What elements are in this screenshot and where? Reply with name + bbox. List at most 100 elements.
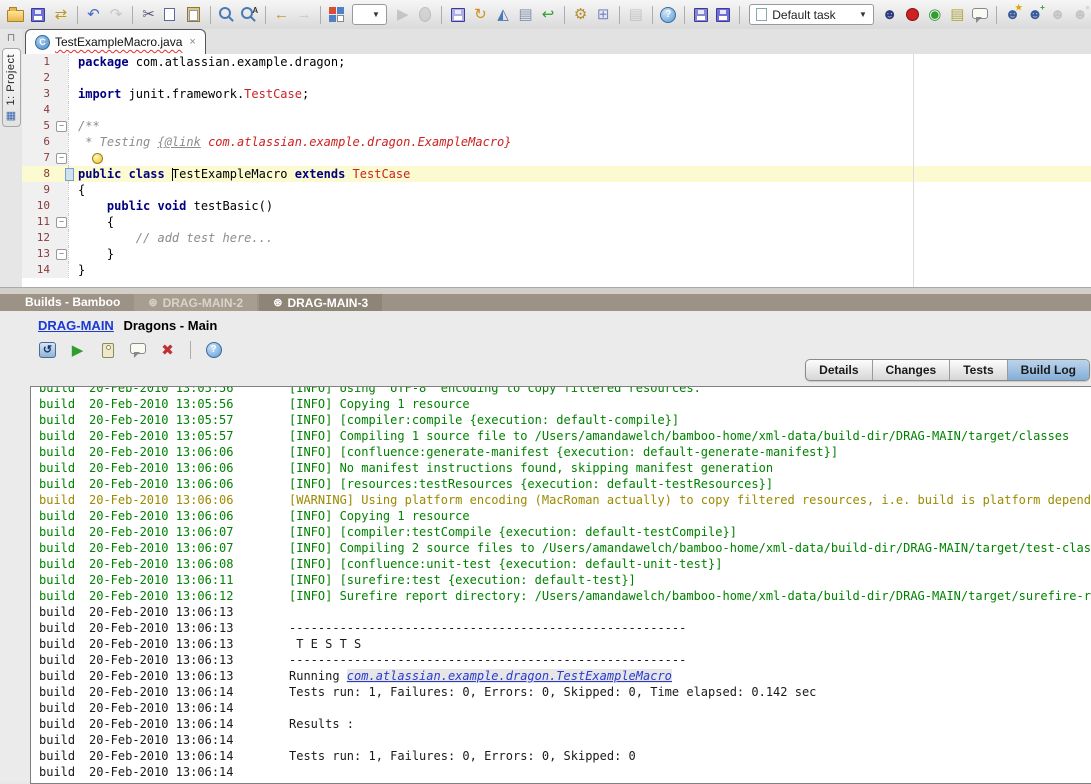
update-project-icon[interactable]: ↩ — [537, 4, 559, 26]
fold-gutter — [55, 70, 68, 86]
play-changes-icon[interactable]: ◉ — [924, 4, 946, 26]
bamboo-tab-drag-main-2[interactable]: ⊛ DRAG-MAIN-2 — [134, 294, 257, 311]
settings-wrench-icon[interactable]: ⚙ — [570, 4, 592, 26]
line-number: 2 — [22, 70, 55, 86]
open-in-browser-icon[interactable]: ↺ — [36, 339, 59, 361]
open-icon[interactable] — [5, 4, 27, 26]
log-message: [INFO] [compiler:compile {execution: def… — [289, 412, 679, 428]
task-person-icon[interactable]: ☻ — [879, 4, 901, 26]
log-line: build20-Feb-2010 13:06:14 — [31, 764, 1091, 780]
undo-icon[interactable]: ↶ — [83, 4, 105, 26]
build-log[interactable]: build20-Feb-2010 13:05:56[INFO] Using 'U… — [30, 386, 1091, 784]
code-token: TestExampleMacro — [172, 167, 295, 181]
cut-icon[interactable]: ✂ — [138, 4, 160, 26]
log-line: build20-Feb-2010 13:05:57[INFO] [compile… — [31, 412, 1091, 428]
changes-grid-icon[interactable] — [326, 4, 348, 26]
paste-icon[interactable] — [183, 4, 205, 26]
editor-tab-testexamplemacro[interactable]: C TestExampleMacro.java × — [25, 29, 206, 54]
code-token: ; — [302, 87, 309, 101]
record-changes-icon — [906, 8, 919, 21]
log-line: build20-Feb-2010 13:06:13---------------… — [31, 652, 1091, 668]
chevron-down-icon: ▼ — [859, 10, 867, 19]
code-token: extends — [295, 167, 353, 181]
view-tab-details[interactable]: Details — [806, 360, 871, 380]
bamboo-tab-drag-main-3[interactable]: ⊛ DRAG-MAIN-3 — [259, 294, 382, 311]
log-source: build — [31, 668, 89, 684]
fold-marker-icon[interactable]: − — [55, 150, 68, 166]
replace-icon[interactable] — [238, 4, 260, 26]
task-list-icon[interactable]: ▤ — [947, 4, 969, 26]
bamboo-plan-icon: ⊛ — [273, 296, 282, 309]
log-line: build20-Feb-2010 13:06:13---------------… — [31, 620, 1091, 636]
project-toolwindow-label: 1: Project — [5, 54, 17, 105]
record-changes-icon[interactable] — [901, 4, 923, 26]
export-history-icon[interactable] — [713, 4, 735, 26]
fold-gutter — [55, 230, 68, 246]
find-icon[interactable] — [216, 4, 238, 26]
code-token: import — [78, 87, 129, 101]
remove-build-icon[interactable]: ✖ — [156, 339, 179, 361]
editor-code: 1package com.atlassian.example.dragon;23… — [22, 54, 1091, 278]
intention-bulb-icon[interactable] — [92, 153, 103, 164]
module-view-icon[interactable]: ▤ — [515, 4, 537, 26]
project-structure-icon[interactable]: ⊞ — [592, 4, 614, 26]
code-text: { — [68, 214, 1091, 230]
log-message: Results : — [289, 716, 354, 732]
help-icon[interactable]: ? — [202, 339, 225, 361]
log-line: build20-Feb-2010 13:06:13Running com.atl… — [31, 668, 1091, 684]
code-line-5: 5−/** — [22, 118, 1091, 134]
view-tab-changes[interactable]: Changes — [872, 360, 950, 380]
fold-marker-icon[interactable]: − — [55, 214, 68, 230]
code-token: } — [78, 263, 85, 277]
code-text: // add test here... — [68, 230, 1091, 246]
fold-marker-icon[interactable]: − — [55, 246, 68, 262]
synchronize-icon[interactable]: ⇄ — [50, 4, 72, 26]
fold-marker-icon[interactable]: − — [55, 118, 68, 134]
code-text — [68, 70, 1091, 86]
label-build-icon[interactable] — [96, 339, 119, 361]
save-all-icon[interactable] — [447, 4, 469, 26]
log-source: build — [31, 444, 89, 460]
export-settings-icon[interactable] — [690, 4, 712, 26]
help-icon[interactable]: ? — [658, 4, 680, 26]
fold-gutter — [55, 86, 68, 102]
line-number: 8 — [22, 166, 55, 182]
code-token: public void — [107, 199, 194, 213]
comment-build-icon[interactable] — [126, 339, 149, 361]
close-icon[interactable]: × — [189, 36, 195, 48]
diff-icon[interactable]: ◭ — [492, 4, 514, 26]
toolwindow-bar-toggle-icon[interactable]: ⊓ — [7, 31, 16, 44]
log-source: build — [31, 700, 89, 716]
refresh-status-icon[interactable]: ↻ — [470, 4, 492, 26]
task-selector[interactable]: Default task▼ — [749, 4, 874, 25]
project-toolwindow-button[interactable]: 1: Project ▦ — [2, 48, 21, 127]
code-line-14: 14} — [22, 262, 1091, 278]
run-build-icon[interactable]: ▶ — [66, 339, 89, 361]
line-number: 13 — [22, 246, 55, 262]
code-line-3: 3import junit.framework.TestCase; — [22, 86, 1091, 102]
run-configuration-dropdown[interactable]: ▼ — [352, 4, 387, 25]
code-editor[interactable]: 1package com.atlassian.example.dragon;23… — [22, 54, 1091, 287]
log-source: build — [31, 524, 89, 540]
back-icon[interactable]: ← — [271, 4, 293, 26]
test-class-link[interactable]: com.atlassian.example.dragon.TestExample… — [347, 669, 672, 683]
save-icon[interactable] — [28, 4, 50, 26]
log-source: build — [31, 428, 89, 444]
log-source: build — [31, 588, 89, 604]
line-number: 1 — [22, 54, 55, 70]
comment-bubble-icon[interactable] — [969, 4, 991, 26]
view-tab-build-log[interactable]: Build Log — [1007, 360, 1089, 380]
plan-title: Dragons - Main — [123, 318, 217, 333]
log-timestamp: 20-Feb-2010 13:06:11 — [89, 572, 289, 588]
code-token: com.atlassian.example.dragon; — [136, 55, 346, 69]
log-timestamp: 20-Feb-2010 13:05:56 — [89, 396, 289, 412]
log-timestamp: 20-Feb-2010 13:06:14 — [89, 764, 289, 780]
plan-key-link[interactable]: DRAG-MAIN — [38, 318, 114, 333]
person-star-icon[interactable]: ☻★ — [1002, 4, 1024, 26]
view-tab-tests[interactable]: Tests — [949, 360, 1006, 380]
person-add-icon[interactable]: ☻+ — [1024, 4, 1046, 26]
redo-icon: ↷ — [105, 4, 127, 26]
copy-icon[interactable] — [160, 4, 182, 26]
log-line: build20-Feb-2010 13:06:14Tests run: 1, F… — [31, 684, 1091, 700]
log-source: build — [31, 412, 89, 428]
